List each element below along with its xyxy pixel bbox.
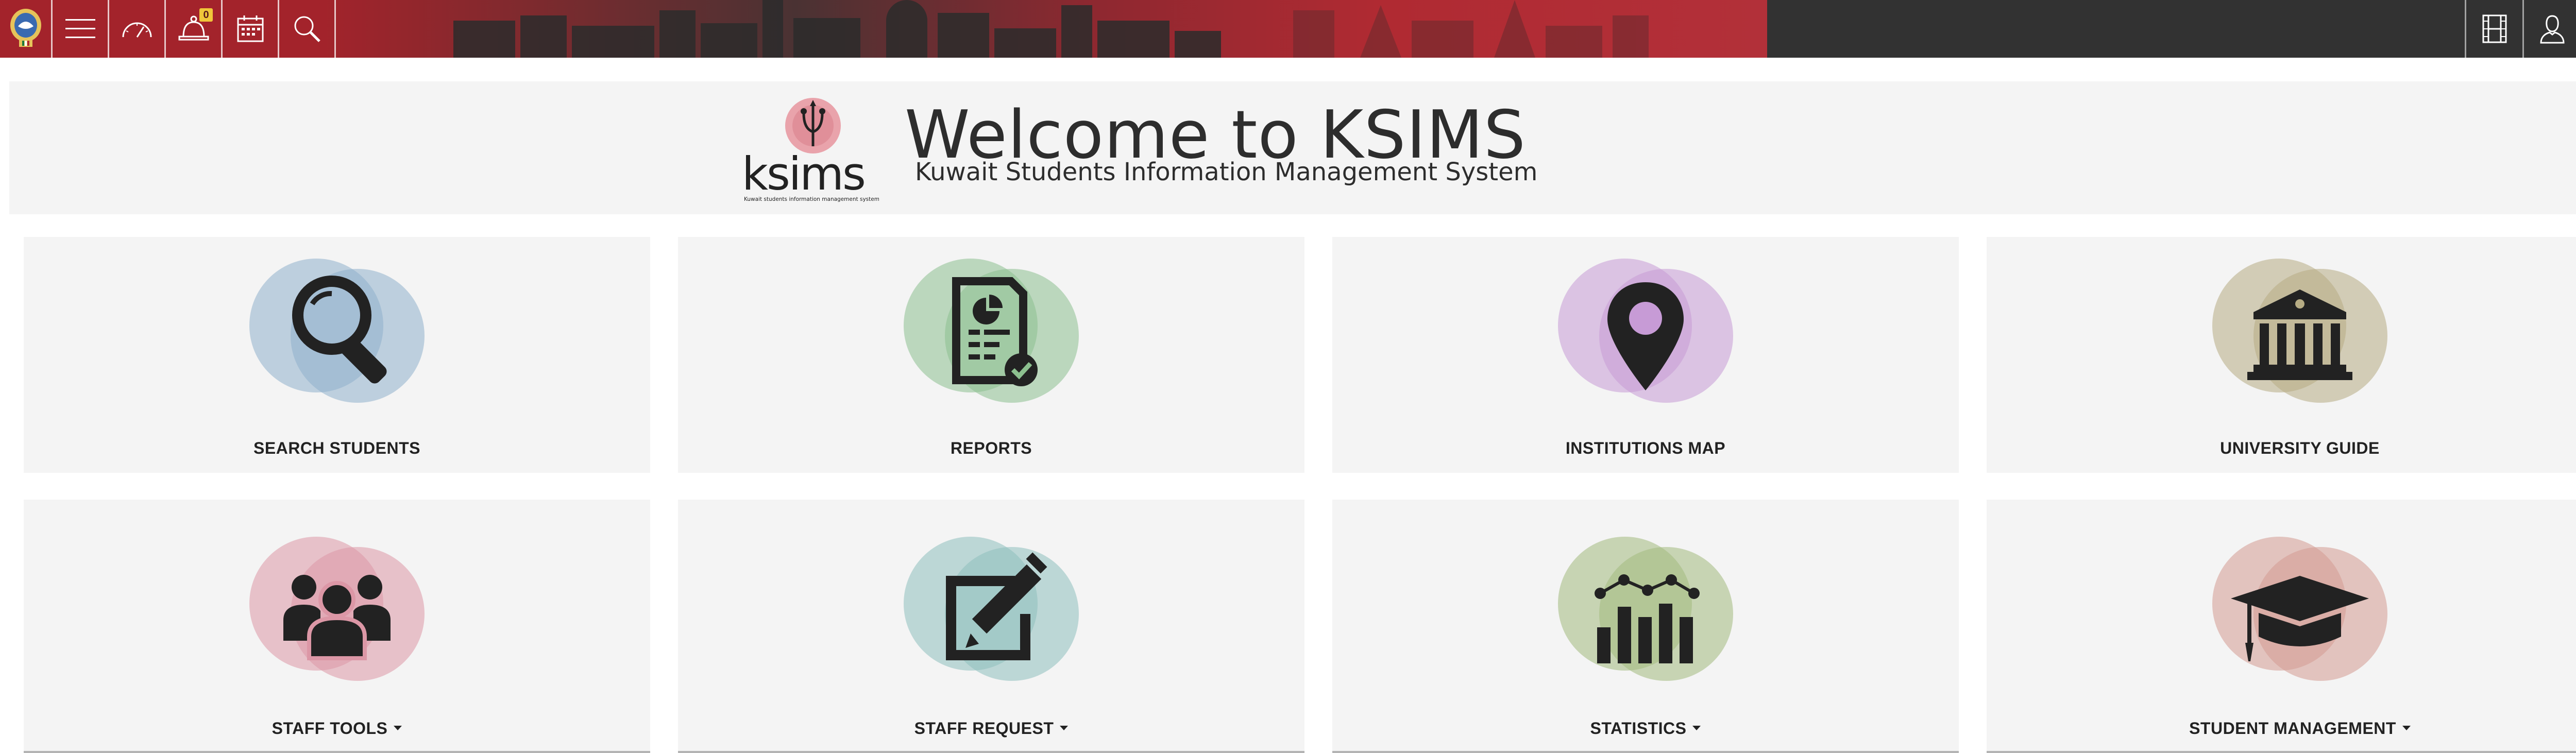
notifications-button[interactable]: 0 — [166, 0, 223, 58]
tile-reports[interactable]: REPORTS — [678, 237, 1304, 473]
tile-staff-request[interactable]: STAFF REQUEST — [678, 500, 1304, 753]
user-icon — [2539, 15, 2565, 44]
tile-university-guide[interactable]: UNIVERSITY GUIDE — [1987, 237, 2576, 473]
city-skyline-graphic — [453, 0, 1649, 58]
top-navbar: 0 — [0, 0, 2576, 58]
dashboard-gauge-icon — [122, 22, 151, 38]
chevron-down-icon — [2402, 726, 2411, 731]
calendar-button[interactable] — [223, 0, 279, 58]
dashboard-button[interactable] — [109, 0, 166, 58]
chevron-down-icon — [1692, 726, 1701, 731]
tile-label: UNIVERSITY GUIDE — [2220, 439, 2380, 457]
staff-group-icon — [249, 537, 425, 681]
report-document-icon — [904, 259, 1079, 403]
graduation-cap-icon — [2212, 537, 2387, 681]
ksims-logo: ksims Kuwait students information manage… — [742, 98, 879, 202]
tile-label-with-dropdown: STUDENT MANAGEMENT — [1987, 719, 2576, 738]
map-pin-icon — [1558, 259, 1733, 403]
university-building-icon — [2212, 259, 2387, 403]
tile-label-with-dropdown: STAFF TOOLS — [24, 719, 650, 738]
page-subtitle: Kuwait Students Information Management S… — [915, 158, 1538, 186]
tile-label: INSTITUTIONS MAP — [1565, 439, 1726, 457]
tile-institutions-map[interactable]: INSTITUTIONS MAP — [1332, 237, 1959, 473]
menu-button[interactable] — [53, 0, 109, 58]
feature-tiles-grid: SEARCH STUDENTS REPORTS INSTITUTIONS MAP… — [24, 237, 2576, 753]
tile-label: SEARCH STUDENTS — [253, 439, 420, 457]
user-profile-button[interactable] — [2522, 0, 2576, 58]
magnifier-icon — [249, 259, 425, 403]
tile-statistics[interactable]: STATISTICS — [1332, 500, 1959, 753]
tile-label: REPORTS — [950, 439, 1032, 457]
statistics-chart-icon — [1558, 537, 1733, 681]
welcome-banner: ksims Kuwait students information manage… — [9, 81, 2576, 214]
menu-icon — [65, 19, 95, 38]
svg-text:ksims: ksims — [742, 147, 865, 200]
film-icon — [2482, 14, 2506, 43]
edit-request-icon — [904, 537, 1079, 681]
notification-count-badge: 0 — [199, 8, 213, 22]
kuwait-emblem-icon[interactable] — [0, 0, 53, 58]
search-button[interactable] — [279, 0, 336, 58]
tile-label-with-dropdown: STAFF REQUEST — [678, 719, 1304, 738]
tile-student-management[interactable]: STUDENT MANAGEMENT — [1987, 500, 2576, 753]
tile-label-with-dropdown: STATISTICS — [1332, 719, 1959, 738]
search-icon — [294, 16, 320, 42]
chevron-down-icon — [394, 726, 402, 731]
tile-search-students[interactable]: SEARCH STUDENTS — [24, 237, 650, 473]
calendar-icon — [237, 15, 263, 42]
svg-text:Kuwait students information ma: Kuwait students information management s… — [744, 196, 879, 202]
tile-staff-tools[interactable]: STAFF TOOLS — [24, 500, 650, 753]
chevron-down-icon — [1060, 726, 1069, 731]
media-button[interactable] — [2465, 0, 2522, 58]
